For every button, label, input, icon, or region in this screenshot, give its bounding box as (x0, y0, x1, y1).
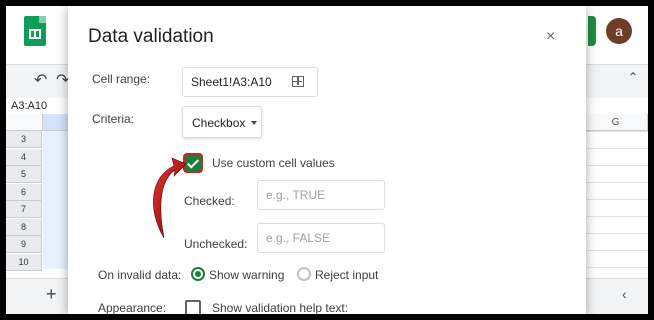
invalid-data-label: On invalid data: (98, 268, 182, 282)
reject-input-label: Reject input (315, 268, 379, 282)
app-window: a ↶ ↷ ⌃ A3:A10 G 3 4 5 6 7 8 9 10 + ‹ Data vali… (6, 6, 648, 314)
dropdown-caret-icon (251, 121, 257, 125)
appearance-label: Appearance: (98, 301, 167, 314)
show-warning-label: Show warning (209, 268, 285, 282)
corner-header[interactable] (6, 114, 43, 131)
dialog-title: Data validation (88, 26, 214, 47)
sheets-logo-icon[interactable] (24, 16, 46, 46)
data-validation-dialog: Data validation × Cell range: Sheet1!A3:… (68, 6, 586, 314)
avatar[interactable]: a (606, 18, 632, 44)
row-header[interactable]: 10 (6, 253, 42, 271)
row-header[interactable]: 6 (6, 183, 42, 201)
help-text-label: Show validation help text: (212, 301, 349, 314)
add-sheet-button[interactable]: + (46, 284, 57, 305)
row-header[interactable]: 3 (6, 131, 42, 148)
grid-select-icon[interactable] (292, 76, 304, 87)
reject-input-radio[interactable] (297, 267, 311, 281)
checked-value-input[interactable]: e.g., TRUE (257, 180, 385, 210)
custom-values-label: Use custom cell values (212, 156, 335, 170)
grid-cells[interactable] (584, 131, 648, 269)
row-header[interactable]: 5 (6, 166, 42, 183)
chevron-up-icon[interactable]: ⌃ (628, 70, 638, 84)
cell-range-value: Sheet1!A3:A10 (191, 75, 272, 89)
cell-range-label: Cell range: (92, 72, 151, 86)
selected-range[interactable] (43, 131, 71, 269)
row-header[interactable]: 8 (6, 218, 42, 236)
chevron-left-icon[interactable]: ‹ (622, 286, 627, 302)
criteria-select[interactable]: Checkbox (182, 106, 262, 138)
close-icon[interactable]: × (546, 28, 555, 46)
annotation-arrow-icon (153, 157, 187, 239)
criteria-label: Criteria: (92, 112, 135, 126)
criteria-value: Checkbox (192, 116, 246, 130)
show-warning-radio[interactable] (191, 267, 205, 281)
help-text-checkbox[interactable] (185, 300, 201, 314)
row-header[interactable]: 9 (6, 236, 42, 253)
column-header-g[interactable]: G (584, 114, 648, 131)
name-box[interactable]: A3:A10 (6, 97, 66, 115)
unchecked-value-input[interactable]: e.g., FALSE (257, 223, 385, 253)
column-header-a[interactable] (43, 114, 71, 131)
share-button-edge[interactable] (588, 16, 596, 46)
row-header[interactable]: 4 (6, 148, 42, 166)
undo-icon[interactable]: ↶ (34, 70, 47, 90)
row-header[interactable]: 7 (6, 201, 42, 218)
